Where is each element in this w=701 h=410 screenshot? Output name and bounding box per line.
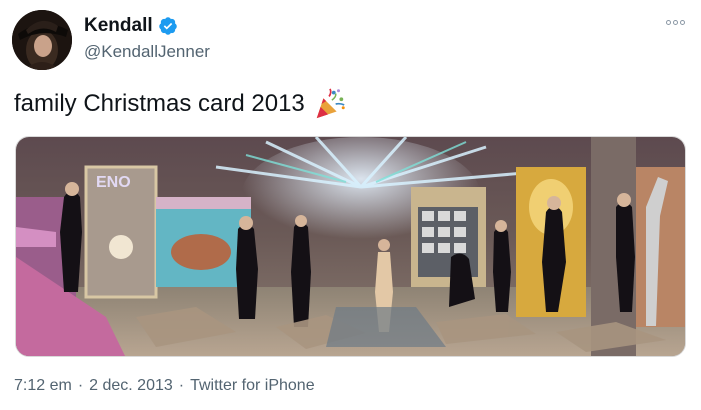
- meta-separator: ·: [77, 377, 84, 394]
- christmas-card-photo: ENO: [16, 137, 685, 356]
- tweet-source-link[interactable]: Twitter for iPhone: [190, 377, 315, 395]
- tweet-card: Kendall @KendallJenner family Christmas …: [0, 0, 701, 410]
- svg-text:ENO: ENO: [96, 174, 131, 191]
- party-popper-icon: [313, 87, 347, 121]
- more-options-icon[interactable]: [666, 20, 685, 25]
- user-name-row[interactable]: Kendall: [84, 15, 178, 37]
- avatar-photo: [12, 10, 72, 70]
- tweet-text: family Christmas card 2013: [14, 90, 305, 117]
- meta-separator: ·: [178, 377, 185, 394]
- tweet-meta: 7:12 em · 2 dec. 2013 · Twitter for iPho…: [14, 377, 315, 395]
- tweet-text-row: family Christmas card 2013: [14, 87, 347, 121]
- tweet-time[interactable]: 7:12 em: [14, 377, 72, 395]
- avatar[interactable]: [12, 10, 72, 70]
- verified-badge-icon: [158, 16, 178, 36]
- display-name[interactable]: Kendall: [84, 15, 153, 37]
- user-handle[interactable]: @KendallJenner: [84, 42, 210, 62]
- tweet-media-image[interactable]: ENO: [15, 136, 686, 357]
- tweet-date[interactable]: 2 dec. 2013: [89, 377, 173, 395]
